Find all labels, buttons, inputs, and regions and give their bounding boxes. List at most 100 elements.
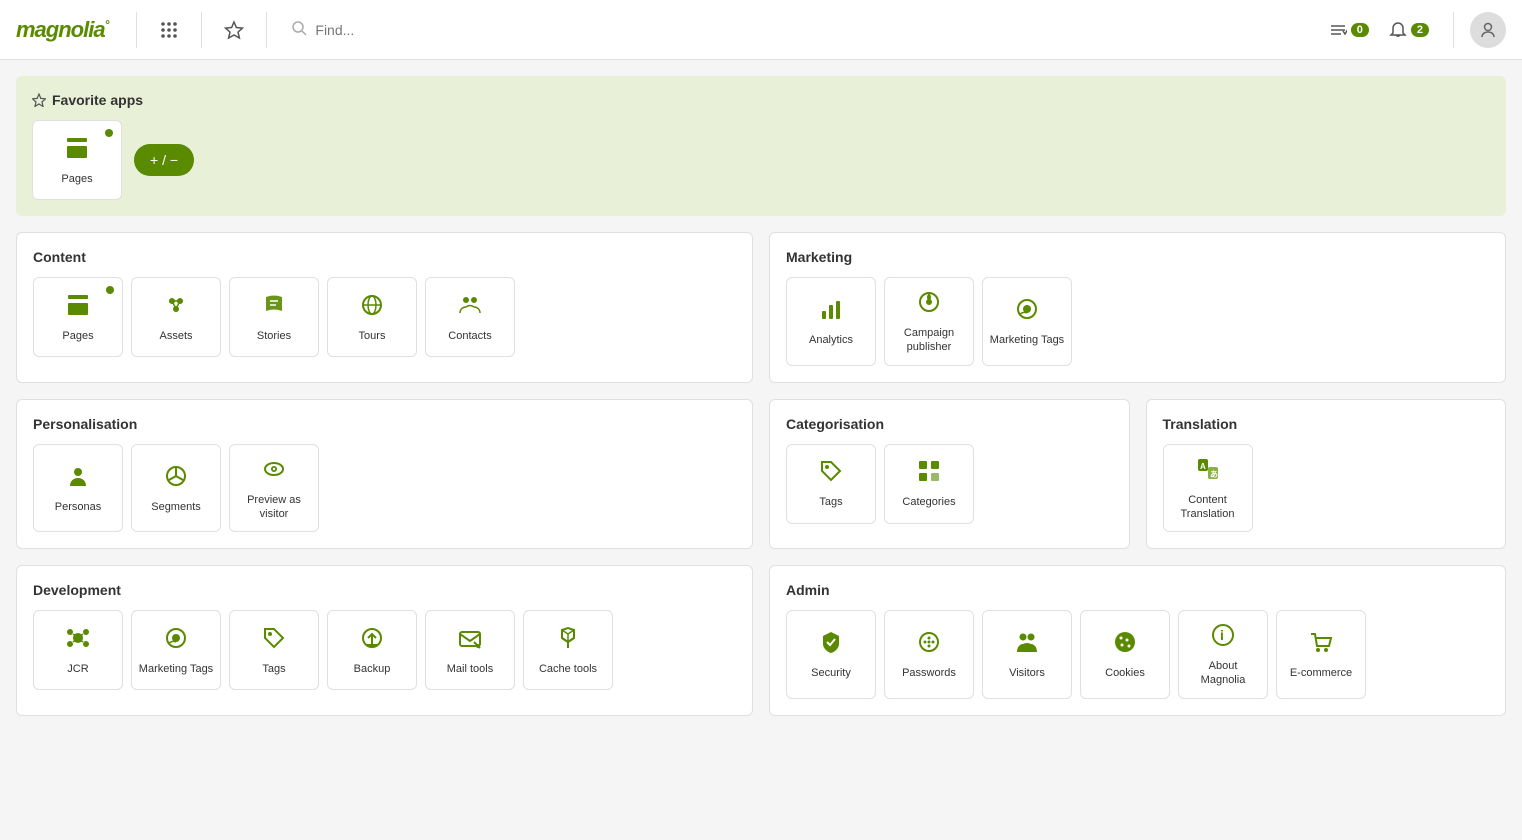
svg-text:あ: あ (1210, 470, 1218, 479)
mail-tools-icon (456, 624, 484, 656)
add-remove-favorites-button[interactable]: + / − (134, 144, 194, 176)
content-section: Content Pages (16, 232, 753, 383)
header-right: 0 2 (1321, 12, 1506, 48)
security-icon (817, 628, 845, 660)
fav-pages-label: Pages (61, 172, 92, 186)
dev-jcr-label: JCR (67, 662, 88, 676)
dev-app-backup[interactable]: Backup (327, 610, 417, 690)
favorites-button[interactable] (214, 10, 254, 50)
content-translation-icon: A あ (1194, 455, 1222, 487)
tasks-icon (1329, 21, 1347, 39)
personalisation-app-segments[interactable]: Segments (131, 444, 221, 533)
content-pages-label: Pages (62, 329, 93, 343)
admin-visitors-label: Visitors (1009, 666, 1045, 680)
categorisation-tags-label: Tags (819, 495, 842, 509)
personalisation-app-personas[interactable]: Personas (33, 444, 123, 533)
content-app-tours[interactable]: Tours (327, 277, 417, 357)
development-apps-row: JCR Marketing Tags (33, 610, 736, 690)
tasks-button[interactable]: 0 (1321, 15, 1377, 45)
categorisation-app-categories[interactable]: Categories (884, 444, 974, 524)
content-stories-label: Stories (257, 329, 291, 343)
content-app-stories[interactable]: Stories (229, 277, 319, 357)
personalisation-app-preview[interactable]: Preview as visitor (229, 444, 319, 533)
dev-tags-label: Tags (262, 662, 285, 676)
translation-content-label: Content Translation (1170, 493, 1246, 522)
categorisation-title: Categorisation (786, 416, 1113, 432)
favorites-apps-row: Pages + / − (32, 120, 1490, 200)
content-app-contacts[interactable]: Contacts (425, 277, 515, 357)
dev-app-tags[interactable]: Tags (229, 610, 319, 690)
user-icon (1479, 21, 1497, 39)
campaign-icon (915, 288, 943, 320)
marketing-app-analytics[interactable]: Analytics (786, 277, 876, 366)
content-title: Content (33, 249, 736, 265)
notifications-button[interactable]: 2 (1381, 15, 1437, 45)
marketing-title: Marketing (786, 249, 1489, 265)
favorites-title: Favorite apps (52, 92, 143, 108)
admin-section: Admin Security (769, 565, 1506, 716)
admin-apps-row: Security (786, 610, 1489, 699)
header-divider-4 (1453, 12, 1454, 48)
admin-app-ecommerce[interactable]: E-commerce (1276, 610, 1366, 699)
marketing-tags-icon (1013, 295, 1041, 327)
fav-app-pages[interactable]: Pages (32, 120, 122, 200)
admin-title: Admin (786, 582, 1489, 598)
content-contacts-label: Contacts (448, 329, 491, 343)
marketing-app-campaign[interactable]: Campaign publisher (884, 277, 974, 366)
dev-cache-tools-label: Cache tools (539, 662, 597, 676)
header-divider-1 (136, 12, 137, 48)
tasks-badge: 0 (1351, 23, 1369, 37)
personalisation-section: Personalisation Personas (16, 399, 753, 550)
categories-icon (915, 457, 943, 489)
marketing-tags-label: Marketing Tags (990, 333, 1064, 347)
personalisation-row: Personalisation Personas (16, 399, 1506, 550)
content-marketing-row: Content Pages (16, 232, 1506, 383)
translation-app-content[interactable]: A あ Content Translation (1163, 444, 1253, 533)
categorisation-apps-row: Tags Ca (786, 444, 1113, 524)
content-app-pages[interactable]: Pages (33, 277, 123, 357)
dev-mail-tools-label: Mail tools (447, 662, 493, 676)
dev-marketing-tags-label: Marketing Tags (139, 662, 213, 676)
personalisation-preview-label: Preview as visitor (236, 493, 312, 522)
marketing-apps-row: Analytics Campaign publisher (786, 277, 1489, 366)
categorisation-section: Categorisation Tags (769, 399, 1130, 550)
header: magnolia° (0, 0, 1522, 60)
personalisation-apps-row: Personas Segments (33, 444, 736, 533)
pages-dot (105, 129, 113, 137)
notifications-badge: 2 (1411, 23, 1429, 37)
admin-app-cookies[interactable]: Cookies (1080, 610, 1170, 699)
categorisation-app-tags[interactable]: Tags (786, 444, 876, 524)
jcr-icon (64, 624, 92, 656)
favorites-section: Favorite apps Pages + / − (16, 76, 1506, 216)
translation-title: Translation (1163, 416, 1490, 432)
contacts-icon (456, 291, 484, 323)
tags-cat-icon (817, 457, 845, 489)
dev-app-marketing-tags[interactable]: Marketing Tags (131, 610, 221, 690)
translation-section: Translation A あ (1146, 399, 1507, 550)
apps-grid-button[interactable] (149, 10, 189, 50)
admin-passwords-label: Passwords (902, 666, 956, 680)
cache-tools-icon (554, 624, 582, 656)
admin-app-visitors[interactable]: Visitors (982, 610, 1072, 699)
content-app-assets[interactable]: Assets (131, 277, 221, 357)
marketing-app-tags[interactable]: Marketing Tags (982, 277, 1072, 366)
admin-app-passwords[interactable]: Passwords (884, 610, 974, 699)
dev-app-jcr[interactable]: JCR (33, 610, 123, 690)
search-input[interactable] (315, 22, 515, 38)
svg-text:i: i (1220, 627, 1224, 643)
admin-app-about[interactable]: i About Magnolia (1178, 610, 1268, 699)
cookies-icon (1111, 628, 1139, 660)
favorites-title-bar: Favorite apps (32, 92, 1490, 108)
admin-app-security[interactable]: Security (786, 610, 876, 699)
dev-app-cache-tools[interactable]: Cache tools (523, 610, 613, 690)
star-icon-favorites (32, 93, 46, 107)
visitors-icon (1013, 628, 1041, 660)
svg-text:A: A (1200, 462, 1206, 471)
user-avatar-button[interactable] (1470, 12, 1506, 48)
logo: magnolia° (16, 17, 108, 43)
personalisation-personas-label: Personas (55, 500, 101, 514)
main-content: Favorite apps Pages + / − (0, 60, 1522, 840)
cat-translation-col: Categorisation Tags (769, 399, 1506, 550)
dev-app-mail-tools[interactable]: Mail tools (425, 610, 515, 690)
segments-icon (162, 462, 190, 494)
